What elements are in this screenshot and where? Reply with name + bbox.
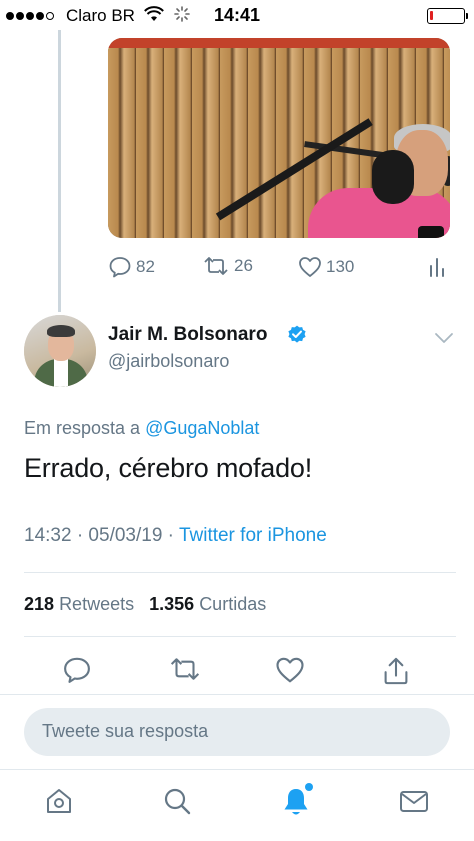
retweet-count: 26 [234, 256, 253, 275]
retweets-stat[interactable]: 218 Retweets [24, 594, 134, 614]
reply-icon [64, 657, 90, 683]
reply-icon [109, 257, 131, 278]
retweets-label: Retweets [59, 594, 135, 614]
verified-badge-icon [288, 325, 306, 343]
tab-home[interactable] [44, 786, 74, 821]
likes-count: 1.356 [149, 594, 195, 614]
messages-icon [400, 791, 428, 812]
divider [24, 572, 456, 573]
tweet-meta: 14:32 · 05/03/19 · Twitter for iPhone [24, 525, 327, 547]
search-icon [164, 788, 191, 815]
chevron-down-icon[interactable] [434, 331, 454, 345]
tweet-source-link[interactable]: Twitter for iPhone [179, 525, 327, 546]
analytics-icon [430, 258, 444, 277]
battery-icon [427, 8, 468, 24]
reply-mention-link[interactable]: @GugaNoblat [145, 418, 259, 438]
previous-tweet-actions: 82 26 130 [108, 256, 458, 284]
thread-connector-line [58, 30, 61, 312]
notification-dot [305, 783, 313, 791]
tweet-text: Errado, cérebro mofado! [24, 453, 313, 483]
likes-label: Curtidas [199, 594, 267, 614]
tab-search[interactable] [162, 786, 192, 821]
tab-messages[interactable] [398, 786, 430, 821]
video-thumbnail[interactable] [108, 38, 450, 238]
reply-count: 82 [136, 257, 155, 276]
tab-notifications[interactable] [281, 786, 311, 823]
status-time: 14:41 [213, 5, 261, 25]
share-icon [384, 657, 408, 685]
display-name[interactable]: Jair M. Bolsonaro [108, 324, 267, 346]
avatar[interactable] [24, 315, 96, 387]
reply-button[interactable] [62, 656, 92, 689]
like-button[interactable] [275, 656, 305, 689]
reply-prefix: Em resposta a [24, 418, 141, 438]
divider [0, 694, 474, 695]
tab-bar [0, 770, 474, 841]
tweet-timestamp: 14:32 · 05/03/19 · [24, 525, 174, 546]
tweet-stats: 218 Retweets 1.356 Curtidas [24, 594, 266, 615]
retweet-icon [204, 257, 228, 275]
status-bar: Claro BR 14:41 [0, 0, 474, 32]
tweet-actions [0, 656, 474, 686]
notifications-icon [284, 789, 308, 815]
like-button[interactable]: 130 [298, 256, 354, 278]
divider [24, 636, 456, 637]
retweet-button[interactable]: 26 [202, 256, 253, 276]
analytics-button[interactable] [428, 256, 446, 278]
heart-icon [299, 257, 321, 277]
share-button[interactable] [382, 656, 410, 691]
reply-context: Em resposta a @GugaNoblat [24, 418, 259, 439]
heart-icon [276, 657, 304, 683]
reply-input[interactable]: Tweete sua resposta [24, 708, 450, 756]
like-count: 130 [326, 257, 355, 276]
user-handle[interactable]: @jairbolsonaro [108, 351, 229, 372]
retweet-button[interactable] [168, 656, 202, 687]
retweets-count: 218 [24, 594, 55, 614]
retweet-icon [170, 658, 200, 680]
home-icon [47, 789, 71, 813]
reply-button[interactable]: 82 [108, 256, 155, 278]
likes-stat[interactable]: 1.356 Curtidas [149, 594, 266, 614]
